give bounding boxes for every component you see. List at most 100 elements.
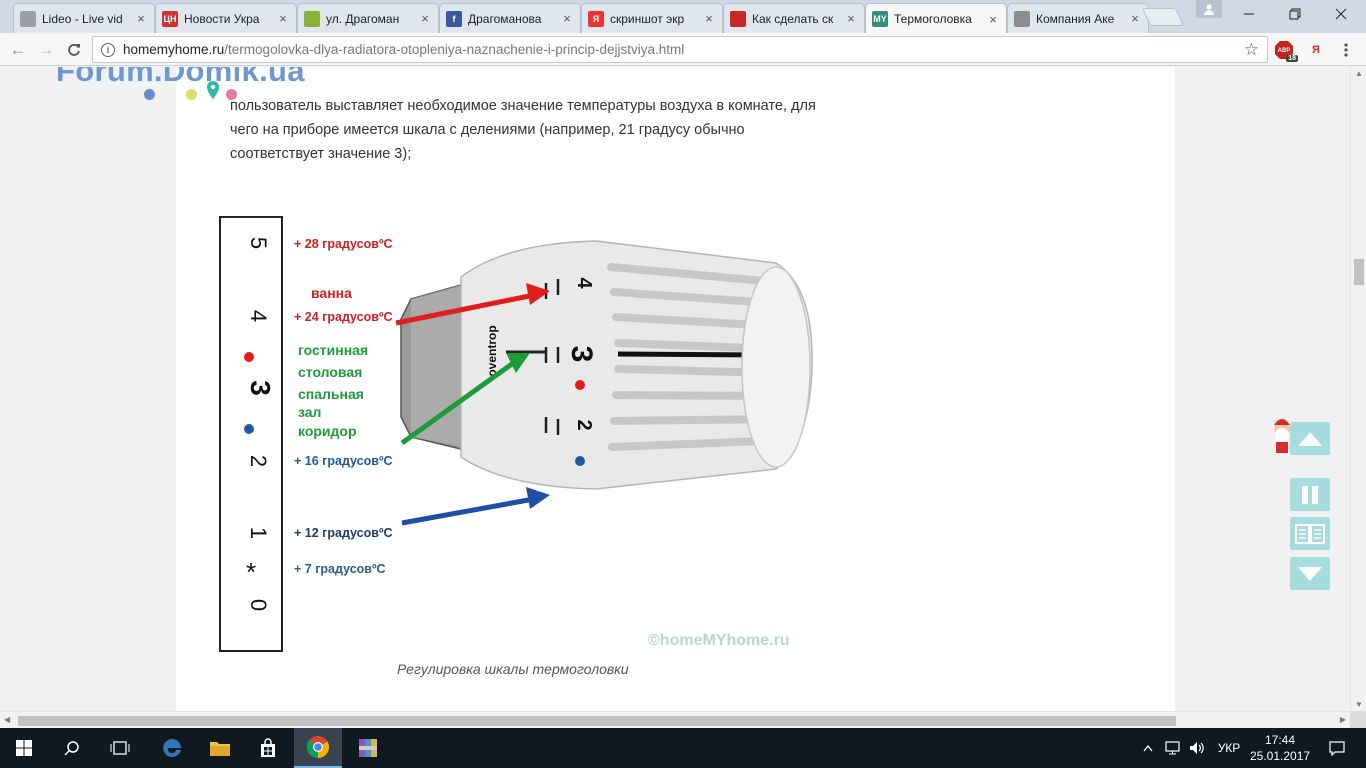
figure-caption: Регулировка шкалы термоголовки xyxy=(397,661,629,677)
browser-tab[interactable]: ул. Драгоман × xyxy=(297,3,439,33)
taskbar-archiver[interactable] xyxy=(344,728,392,768)
info-icon[interactable]: i xyxy=(101,42,115,57)
windows-logo-icon xyxy=(16,740,32,756)
scroll-arrow-right-icon[interactable]: ▶ xyxy=(1340,715,1346,724)
user-icon xyxy=(1204,4,1214,15)
restore-button[interactable] xyxy=(1272,0,1318,28)
pause-scroll-button[interactable] xyxy=(1290,478,1330,511)
facebook-icon: f xyxy=(446,10,462,27)
reload-icon xyxy=(68,44,80,56)
label-7: + 7 градусовºС xyxy=(294,562,386,576)
article-content: пользователь выставляет необходимое знач… xyxy=(176,67,1175,711)
vertical-scroll-thumb[interactable] xyxy=(1354,259,1364,285)
label-vanna: ванна xyxy=(311,285,352,301)
archive-icon xyxy=(359,739,377,757)
browser-tab[interactable]: ЦН Новости Укра × xyxy=(155,3,297,33)
task-view-button[interactable] xyxy=(96,728,144,768)
page-icon xyxy=(1014,10,1030,27)
browser-tab[interactable]: Компания Аке × xyxy=(1007,3,1149,33)
close-window-button[interactable] xyxy=(1318,0,1364,28)
label-spalnaya: спальная xyxy=(298,386,364,402)
horizontal-scroll-thumb[interactable] xyxy=(18,716,1176,726)
language-indicator[interactable]: УКР xyxy=(1212,728,1246,768)
taskbar-store[interactable] xyxy=(244,728,292,768)
start-button[interactable] xyxy=(0,728,48,768)
knob-number: 4 xyxy=(573,277,595,289)
blue-dot xyxy=(244,424,254,434)
windows-taskbar: УКР 17:44 25.01.2017 xyxy=(0,728,1366,768)
triangle-up-icon xyxy=(1298,431,1322,446)
scroll-up-button[interactable] xyxy=(1290,422,1330,455)
chrome-menu-button[interactable] xyxy=(1336,41,1356,59)
yandex-icon: Я xyxy=(1312,44,1320,56)
adblock-badge: 18 xyxy=(1286,55,1298,62)
bookmark-star-icon[interactable]: ☆ xyxy=(1244,40,1259,60)
scale-mark: 0 xyxy=(246,599,271,611)
edge-icon xyxy=(163,739,181,757)
clock-date: 25.01.2017 xyxy=(1250,749,1311,763)
tab-title: скриншот экр xyxy=(610,11,685,26)
tab-title: Новости Укра xyxy=(184,11,260,26)
scroll-down-button[interactable] xyxy=(1290,557,1330,590)
yandex-icon: Я xyxy=(588,10,604,27)
label-12: + 12 градусовºС xyxy=(294,526,393,540)
browser-toolbar: ← → i homemyhome.ru/termogolovka-dlya-ra… xyxy=(0,33,1366,66)
article-paragraph: пользователь выставляет необходимое знач… xyxy=(230,98,816,162)
scroll-arrow-left-icon[interactable]: ◀ xyxy=(4,715,10,724)
tab-close-icon[interactable]: × xyxy=(1128,11,1142,26)
browser-tab[interactable]: f Драгоманова × xyxy=(439,3,581,33)
tab-close-icon[interactable]: × xyxy=(560,11,574,26)
taskbar-edge[interactable] xyxy=(148,728,196,768)
browser-tab[interactable]: Lideo - Live vid × xyxy=(13,3,155,33)
kebab-menu-icon xyxy=(1344,43,1348,57)
tab-title: Драгоманова xyxy=(468,11,542,26)
tab-close-icon[interactable]: × xyxy=(418,11,432,26)
tray-overflow-button[interactable] xyxy=(1138,728,1158,768)
restore-icon xyxy=(1289,8,1301,20)
minimize-button[interactable] xyxy=(1226,0,1272,28)
vertical-scrollbar[interactable]: ▲ ▼ xyxy=(1350,67,1366,711)
horizontal-scrollbar[interactable]: ◀ ▶ xyxy=(0,711,1350,728)
notification-icon xyxy=(1329,740,1345,756)
pdf-icon xyxy=(730,10,746,27)
browser-tab[interactable]: MY Термоголовка × xyxy=(865,3,1007,34)
knob-number: 3 xyxy=(565,346,598,363)
tab-close-icon[interactable]: × xyxy=(276,11,290,26)
network-icon xyxy=(1165,741,1180,755)
browser-tab[interactable]: Яскриншот экр × xyxy=(581,3,723,33)
tab-close-icon[interactable]: × xyxy=(844,11,858,26)
adblock-extension-button[interactable]: ABP 18 xyxy=(1275,41,1298,62)
reload-button[interactable] xyxy=(62,38,86,62)
browser-tab[interactable]: Как сделать ск × xyxy=(723,3,865,33)
tray-network[interactable] xyxy=(1162,728,1184,768)
new-tab-button[interactable] xyxy=(1141,8,1185,26)
tab-close-icon[interactable]: × xyxy=(134,11,148,26)
label-24: + 24 градусовºС xyxy=(294,310,393,324)
address-bar[interactable]: i homemyhome.ru/termogolovka-dlya-radiat… xyxy=(92,36,1268,63)
search-button[interactable] xyxy=(48,728,96,768)
clock[interactable]: 17:44 25.01.2017 xyxy=(1250,732,1310,764)
svg-text:ABP: ABP xyxy=(1278,48,1291,54)
reader-mode-button[interactable] xyxy=(1290,517,1330,550)
tab-close-icon[interactable]: × xyxy=(702,11,716,26)
scale-mark: 1 xyxy=(246,527,271,539)
scroll-arrow-down-icon[interactable]: ▼ xyxy=(1355,700,1363,709)
profile-button[interactable] xyxy=(1196,0,1222,18)
scale-mark: 4 xyxy=(246,310,271,322)
search-icon xyxy=(64,741,79,756)
copyright-watermark: ©homeMYhome.ru xyxy=(648,632,790,649)
taskbar-chrome[interactable] xyxy=(294,728,342,768)
tray-volume[interactable] xyxy=(1186,728,1208,768)
tab-close-icon[interactable]: × xyxy=(986,12,1000,27)
taskbar-file-explorer[interactable] xyxy=(196,728,244,768)
yandex-extension-button[interactable]: Я xyxy=(1306,41,1326,59)
scroll-arrow-up-icon[interactable]: ▲ xyxy=(1355,69,1363,78)
watermark-dot xyxy=(226,89,237,100)
tab-title: ул. Драгоман xyxy=(326,11,400,26)
forward-button[interactable]: → xyxy=(34,38,58,62)
label-16: + 16 градусовºС xyxy=(294,454,393,468)
triangle-down-icon xyxy=(1298,566,1322,581)
action-center-button[interactable] xyxy=(1320,728,1354,768)
label-koridor: коридор xyxy=(298,423,357,439)
back-button[interactable]: ← xyxy=(6,38,30,62)
